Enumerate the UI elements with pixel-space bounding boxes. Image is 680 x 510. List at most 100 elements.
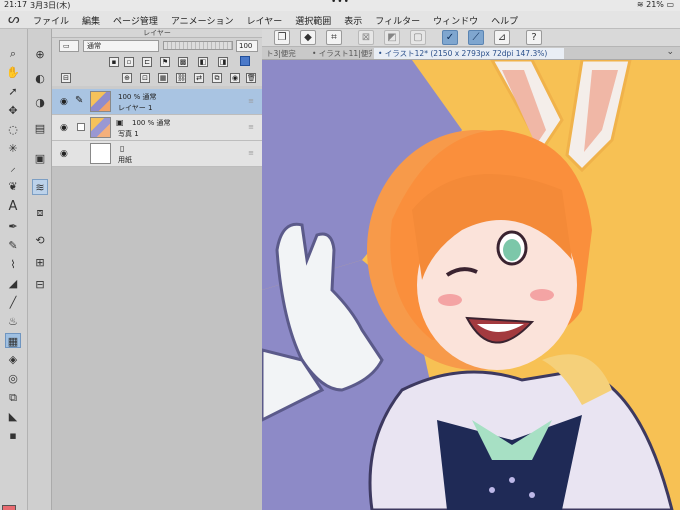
command-bar: ❐ ◆ ⌗ ⊠ ◩ ▢ ✓ ⟋ ⊿ ? [262,29,680,47]
drag-handle-icon[interactable]: ≡ [248,123,254,131]
copy-icon[interactable]: ❐ [274,30,290,45]
photo-layer-icon: ▣ [116,118,124,127]
gradient-icon[interactable]: ◈ [5,352,21,367]
tab-doc-11[interactable]: • イラスト11|便完 [308,48,372,59]
new-layer-folder-icon[interactable]: ▦ [158,73,168,83]
layer-property-icon[interactable]: ⧈ [32,205,48,221]
material-icon[interactable]: ▤ [32,121,48,137]
brush-icon[interactable]: ⌇ [5,257,21,272]
main-color-swatch[interactable] [2,505,16,510]
move-icon[interactable]: ✥ [5,103,21,118]
sub-view-icon[interactable]: ▣ [32,151,48,167]
link-icon[interactable]: ⛓ [176,73,186,83]
stabilizer-icon[interactable]: ✓ [442,30,458,45]
layer-type-select[interactable]: ▭ [59,40,79,52]
lock-transparency-icon[interactable]: ▫ [124,57,134,67]
opacity-value: 100 [239,42,253,50]
eyedropper-icon[interactable]: ⸝ [5,160,21,175]
status-time: 21:17 [4,0,28,9]
help-icon[interactable]: ? [526,30,542,45]
opacity-field[interactable]: 100 [236,40,258,52]
ios-status-bar: 21:17 3月3日(木) ••• ≋ 21% ▭ [0,0,680,11]
opacity-slider[interactable] [163,41,233,50]
menu-selection[interactable]: 選択範囲 [295,14,331,27]
ruler-icon[interactable]: ◣ [5,409,21,424]
layer-panel-icon[interactable]: ≋ [32,179,48,195]
line-icon[interactable]: ╱ [5,295,21,310]
zoom-icon[interactable]: ⌕ [5,46,21,61]
fill-tool-icon[interactable]: ▦ [5,333,21,348]
lock-icon[interactable]: ▪ [109,57,119,67]
menu-page[interactable]: ページ管理 [113,14,158,27]
menu-edit[interactable]: 編集 [82,14,100,27]
menu-file[interactable]: ファイル [33,14,69,27]
layer-row[interactable]: ◉ ▣ 100 % 通常 写真 1 ≡ [52,115,262,141]
layer-thumbnail [90,117,111,138]
color-wheel-icon[interactable]: ◐ [32,71,48,87]
magic-wand-icon[interactable]: ✳ [5,141,21,156]
blend-icon[interactable]: ♨ [5,314,21,329]
object-select-icon[interactable]: ➚ [5,84,21,99]
menu-view[interactable]: 表示 [344,14,362,27]
reference-icon[interactable]: ⚑ [160,57,170,67]
navigator-icon[interactable]: ⊕ [32,47,48,63]
drag-handle-icon[interactable]: ≡ [248,149,254,157]
visibility-eye-icon[interactable]: ◉ [60,123,68,133]
menu-window[interactable]: ウィンドウ [433,14,478,27]
menu-layer[interactable]: レイヤー [247,14,283,27]
layer-row[interactable]: ◉ ✎ 100 % 通常 レイヤー 1 ≡ [52,89,262,115]
menu-animation[interactable]: アニメーション [171,14,234,27]
delete-layer-icon[interactable]: 🗑 [246,73,256,83]
layer-checkbox[interactable] [77,123,85,131]
multitask-dots[interactable]: ••• [331,0,350,7]
draft-icon[interactable]: ▩ [178,57,188,67]
mask-add-icon[interactable]: ◉ [230,73,240,83]
visibility-eye-icon[interactable]: ◉ [60,149,68,159]
new-folder-icon[interactable]: ⊟ [61,73,71,83]
palette-color-icon[interactable]: ◧ [198,57,208,67]
timeline-icon[interactable]: ⊟ [32,277,48,293]
layer-panel: レイヤー ▭ 通常 100 ▪ ▫ ⊏ ⚑ ▩ ◧ ◨ ⊟ ⊕ ⊡ ▦ ⛓ ⇄ … [52,29,262,510]
color-circle-icon[interactable]: ◑ [32,95,48,111]
layer-thumbnail [90,91,111,112]
invert-icon[interactable]: ◩ [384,30,400,45]
tab-doc-12[interactable]: • イラスト12* (2150 x 2793px 72dpi 147.3%) [374,48,564,59]
blend-mode-select[interactable]: 通常 [83,40,159,52]
document-tabs: ト3|便完 • イラスト11|便完 • イラスト12* (2150 x 2793… [262,47,680,60]
new-raster-layer-icon[interactable]: ⊕ [122,73,132,83]
pencil-icon[interactable]: ✎ [5,238,21,253]
layer-row[interactable]: ◉ ▯ 用紙 ≡ [52,141,262,167]
app-logo-icon[interactable]: ᔕ [8,13,22,27]
balloon-icon[interactable]: ▪ [5,428,21,443]
lasso-icon[interactable]: ◌ [5,122,21,137]
pen-pressure-icon[interactable]: ⟋ [468,30,484,45]
new-vector-layer-icon[interactable]: ⊡ [140,73,150,83]
clear-icon[interactable]: ▢ [410,30,426,45]
eraser-icon[interactable]: ◢ [5,276,21,291]
visibility-eye-icon[interactable]: ◉ [60,97,68,107]
transform-icon[interactable]: ⌗ [326,30,342,45]
deselect-icon[interactable]: ⊠ [358,30,374,45]
hand-icon[interactable]: ✋ [5,65,21,80]
pen-icon[interactable]: ✒ [5,219,21,234]
ruler-snap-icon[interactable]: ⊿ [494,30,510,45]
grid-icon[interactable]: ⊞ [32,255,48,271]
menu-filter[interactable]: フィルター [375,14,420,27]
layer-color-icon[interactable] [240,56,250,66]
drag-handle-icon[interactable]: ≡ [248,97,254,105]
chevron-down-icon[interactable]: ⌄ [666,47,674,57]
tab-doc-3[interactable]: ト3|便完 [262,48,306,59]
wifi-icon: ≋ [636,0,644,9]
mask-icon[interactable]: ◨ [218,57,228,67]
merge-icon[interactable]: ⧉ [212,73,222,83]
color-picker-icon[interactable]: ❦ [5,179,21,194]
menu-help[interactable]: ヘルプ [491,14,518,27]
text-tool-icon[interactable]: A [5,199,21,214]
figure-icon[interactable]: ◎ [5,371,21,386]
fill-icon[interactable]: ◆ [300,30,316,45]
transfer-icon[interactable]: ⇄ [194,73,204,83]
drawing-canvas[interactable] [262,60,680,510]
clip-icon[interactable]: ⊏ [142,57,152,67]
frame-icon[interactable]: ⧉ [5,390,21,405]
history-icon[interactable]: ⟲ [32,233,48,249]
